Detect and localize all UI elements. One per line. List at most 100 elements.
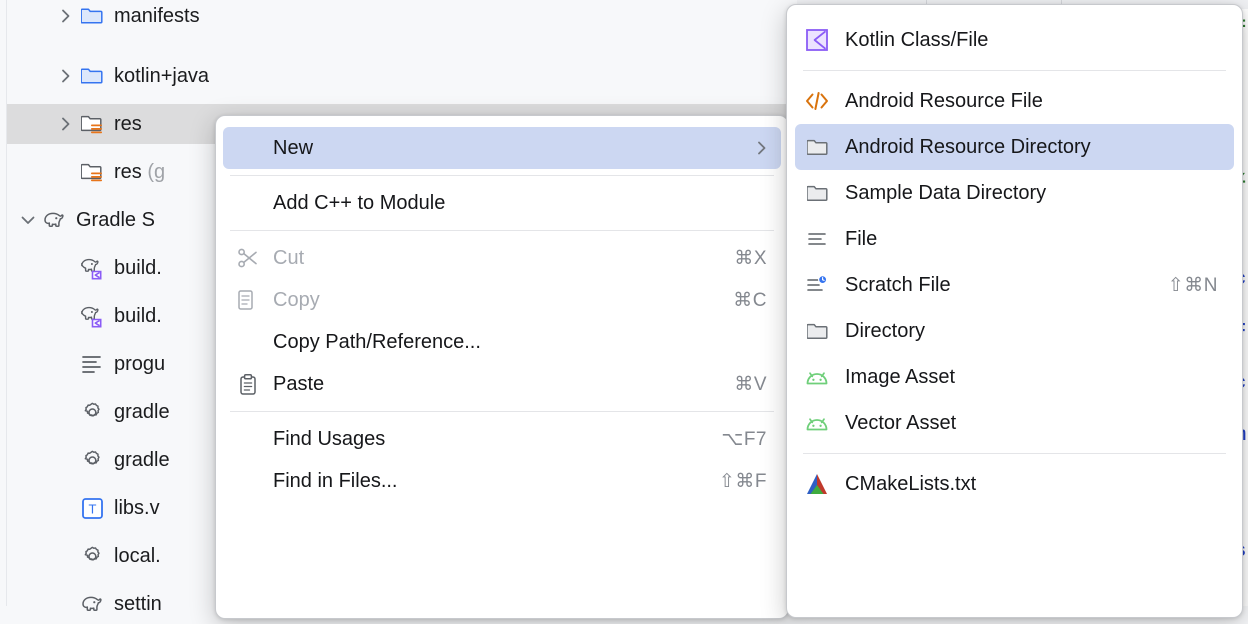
properties-gear-icon (77, 401, 107, 424)
tree-row[interactable]: kotlin+java (7, 56, 797, 96)
folder-icon (801, 183, 833, 203)
text-file-icon (77, 352, 107, 376)
submenu-item-sample-data-directory[interactable]: Sample Data Directory (795, 170, 1234, 216)
folder-blue-icon (81, 5, 103, 27)
submenu-item-android-resource-directory[interactable]: Android Resource Directory (795, 124, 1234, 170)
gradle-kts-icon (80, 304, 104, 328)
chevron-right-icon (60, 117, 72, 131)
gradle-kts-icon (77, 256, 107, 280)
chevron-right-icon (60, 69, 72, 83)
scissors-icon (238, 248, 258, 268)
menu-item-label: Find Usages (265, 428, 721, 451)
menu-item-cut[interactable]: Cut⌘X (223, 237, 781, 279)
submenu-item-android-resource-file[interactable]: Android Resource File (795, 78, 1234, 124)
menu-item-label: Paste (265, 373, 734, 396)
gradle-elephant-icon (39, 209, 69, 232)
folder-icon (801, 321, 833, 341)
folder-blue-icon (77, 5, 107, 27)
menu-item-label: New (265, 137, 757, 160)
tree-row-label: Gradle S (76, 209, 155, 232)
submenu-item-cmakelists-txt[interactable]: CMakeLists.txt (795, 461, 1234, 507)
kotlin-icon (801, 29, 833, 51)
submenu-item-label: Sample Data Directory (833, 182, 1234, 205)
chevron-right-icon[interactable] (55, 117, 77, 131)
submenu-item-shortcut: ⇧⌘N (1168, 274, 1218, 297)
menu-item-copy-path-reference[interactable]: Copy Path/Reference... (223, 321, 781, 363)
toml-file-icon: T (77, 498, 107, 519)
menu-item-add-c-to-module[interactable]: Add C++ to Module (223, 182, 781, 224)
submenu-arrow-icon (757, 141, 767, 155)
submenu-item-label: Vector Asset (833, 412, 1234, 435)
submenu-separator (803, 453, 1226, 454)
gradle-kts-icon (80, 256, 104, 280)
android-icon (806, 370, 828, 385)
menu-item-paste[interactable]: Paste⌘V (223, 363, 781, 405)
svg-text:T: T (88, 501, 96, 516)
menu-item-find-usages[interactable]: Find Usages⌥F7 (223, 418, 781, 460)
scissors-icon (231, 248, 265, 268)
cmake-icon (801, 473, 833, 495)
tree-row-label: settin (114, 593, 162, 616)
submenu-item-kotlin-class-file[interactable]: Kotlin Class/File (795, 17, 1234, 63)
chevron-right-icon[interactable] (55, 69, 77, 83)
tree-row-label: gradle (114, 401, 170, 424)
submenu-item-image-asset[interactable]: Image Asset (795, 354, 1234, 400)
context-menu[interactable]: NewAdd C++ to ModuleCut⌘XCopy⌘CCopy Path… (215, 115, 789, 619)
tree-row-label: manifests (114, 5, 200, 28)
scratch-file-icon (801, 276, 833, 295)
submenu-item-directory[interactable]: Directory (795, 308, 1234, 354)
folder-icon (807, 321, 828, 341)
folder-icon (807, 137, 828, 157)
properties-gear-icon (81, 545, 104, 568)
chevron-right-icon (60, 9, 72, 23)
properties-gear-icon (81, 449, 104, 472)
properties-gear-icon (81, 401, 104, 424)
folder-blue-icon (81, 65, 103, 87)
chevron-down-icon[interactable] (17, 214, 39, 226)
new-submenu[interactable]: Kotlin Class/File Android Resource File An… (786, 4, 1243, 618)
submenu-item-file[interactable]: File (795, 216, 1234, 262)
tree-row[interactable]: manifests (7, 0, 797, 36)
gradle-elephant-icon (81, 593, 104, 616)
folder-icon (807, 183, 828, 203)
clipboard-icon (240, 374, 257, 395)
menu-item-shortcut: ⌘X (734, 247, 767, 270)
tree-row-label: res (g (114, 161, 165, 184)
xml-tag-icon (805, 90, 829, 112)
menu-item-shortcut: ⌘V (734, 373, 767, 396)
menu-item-shortcut: ⇧⌘F (719, 470, 767, 493)
submenu-item-vector-asset[interactable]: Vector Asset (795, 400, 1234, 446)
menu-item-label: Copy (265, 289, 733, 312)
copy-icon (231, 290, 265, 310)
menu-item-find-in-files[interactable]: Find in Files...⇧⌘F (223, 460, 781, 502)
copy-icon (238, 290, 258, 310)
properties-gear-icon (77, 545, 107, 568)
menu-separator (230, 411, 774, 412)
android-icon (801, 370, 833, 385)
kotlin-icon (806, 29, 828, 51)
menu-item-copy[interactable]: Copy⌘C (223, 279, 781, 321)
tree-row-label-suffix: (g (147, 161, 165, 183)
file-lines-icon (801, 231, 833, 247)
android-icon (801, 416, 833, 431)
menu-item-shortcut: ⌘C (733, 289, 767, 312)
chevron-right-icon[interactable] (55, 9, 77, 23)
chevron-down-icon (21, 214, 35, 226)
android-icon (806, 416, 828, 431)
submenu-arrow-icon (757, 141, 767, 155)
cmake-icon (806, 473, 828, 495)
menu-item-label: Cut (265, 247, 734, 270)
gradle-kts-icon (77, 304, 107, 328)
menu-item-new[interactable]: New (223, 127, 781, 169)
menu-separator (230, 175, 774, 176)
tree-row-label: build. (114, 257, 162, 280)
submenu-item-scratch-file[interactable]: Scratch File⇧⌘N (795, 262, 1234, 308)
tree-row-label: gradle (114, 449, 170, 472)
submenu-item-label: Directory (833, 320, 1234, 343)
tree-row-label: res (114, 113, 142, 136)
submenu-item-label: Android Resource File (833, 90, 1234, 113)
clipboard-icon (231, 374, 265, 395)
menu-item-label: Add C++ to Module (265, 192, 781, 215)
tree-row-label: build. (114, 305, 162, 328)
tree-row-label: libs.v (114, 497, 160, 520)
